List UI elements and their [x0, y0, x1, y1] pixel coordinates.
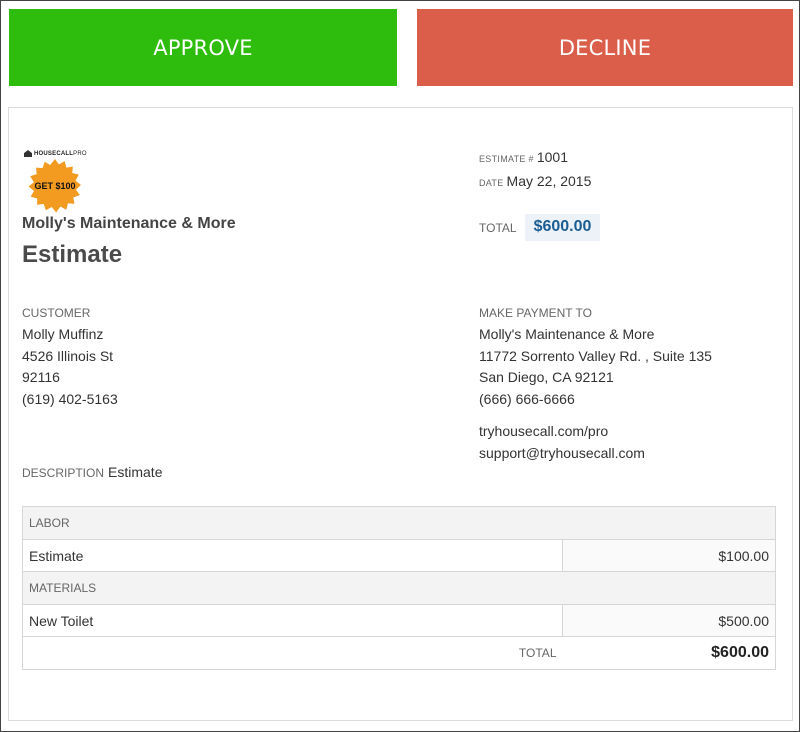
description-value: Estimate: [108, 464, 163, 480]
promo-badge-text: GET $100: [34, 181, 76, 191]
payment-name: Molly's Maintenance & More: [479, 326, 655, 342]
item-amount: $500.00: [562, 604, 776, 637]
estimate-card: HOUSECALLPRO GET $100 Molly's Maintenanc…: [8, 107, 793, 721]
payment-street: 11772 Sorrento Valley Rd. , Suite 135: [479, 347, 712, 364]
payment-city: San Diego, CA 92121: [479, 369, 614, 385]
materials-section-header: MATERIALS: [22, 571, 776, 605]
logo-brand-pro: PRO: [73, 150, 87, 157]
item-name: Estimate: [22, 539, 563, 572]
header-total-value: $600.00: [524, 214, 601, 241]
estimate-number-label: ESTIMATE #: [479, 154, 534, 164]
customer-zip: 92116: [22, 369, 60, 385]
description-label: DESCRIPTION: [22, 466, 105, 480]
table-total-row: TOTAL $600.00: [22, 636, 776, 670]
table-total-label: TOTAL: [22, 636, 563, 670]
promo-badge[interactable]: GET $100: [28, 159, 81, 213]
customer-phone: (619) 402-5163: [22, 390, 118, 407]
page-title: Estimate: [22, 241, 123, 268]
labor-header: LABOR: [22, 506, 776, 540]
estimate-number-row: ESTIMATE #1001: [479, 149, 568, 165]
logo-brand-main: HOUSECALL: [34, 150, 74, 157]
table-row: New Toilet $500.00: [22, 604, 776, 637]
approve-button[interactable]: APPROVE: [9, 9, 397, 86]
date-label: DATE: [479, 178, 504, 188]
company-name: Molly's Maintenance & More: [22, 215, 236, 232]
header-total-row: TOTAL $600.00: [479, 214, 601, 241]
house-icon: [24, 150, 32, 157]
customer-label: CUSTOMER: [22, 306, 91, 320]
item-amount: $100.00: [562, 539, 776, 572]
customer-block: CUSTOMER Molly Muffinz 4526 Illinois St …: [22, 306, 118, 410]
payment-email[interactable]: support@tryhousecall.com: [479, 443, 712, 465]
materials-header: MATERIALS: [22, 571, 776, 605]
line-items-table: LABOR Estimate $100.00 MATERIALS New Toi…: [22, 506, 776, 670]
payment-website[interactable]: tryhousecall.com/pro: [479, 421, 712, 443]
table-total-value: $600.00: [562, 636, 776, 670]
header-total-label: TOTAL: [479, 220, 517, 235]
description-row: DESCRIPTION Estimate: [22, 464, 162, 480]
labor-section-header: LABOR: [22, 506, 776, 540]
customer-street: 4526 Illinois St: [22, 347, 114, 364]
table-row: Estimate $100.00: [22, 539, 776, 572]
payment-phone: (666) 666-6666: [479, 390, 575, 407]
customer-name: Molly Muffinz: [22, 326, 104, 342]
payment-label: MAKE PAYMENT TO: [479, 306, 592, 320]
housecall-pro-logo: HOUSECALLPRO: [24, 150, 87, 157]
payment-block: MAKE PAYMENT TO Molly's Maintenance & Mo…: [479, 306, 712, 464]
item-name: New Toilet: [22, 604, 563, 637]
estimate-date-row: DATE May 22, 2015: [479, 173, 591, 189]
decline-button[interactable]: DECLINE: [417, 9, 793, 86]
estimate-number: 1001: [536, 149, 568, 165]
estimate-date: May 22, 2015: [506, 173, 592, 189]
